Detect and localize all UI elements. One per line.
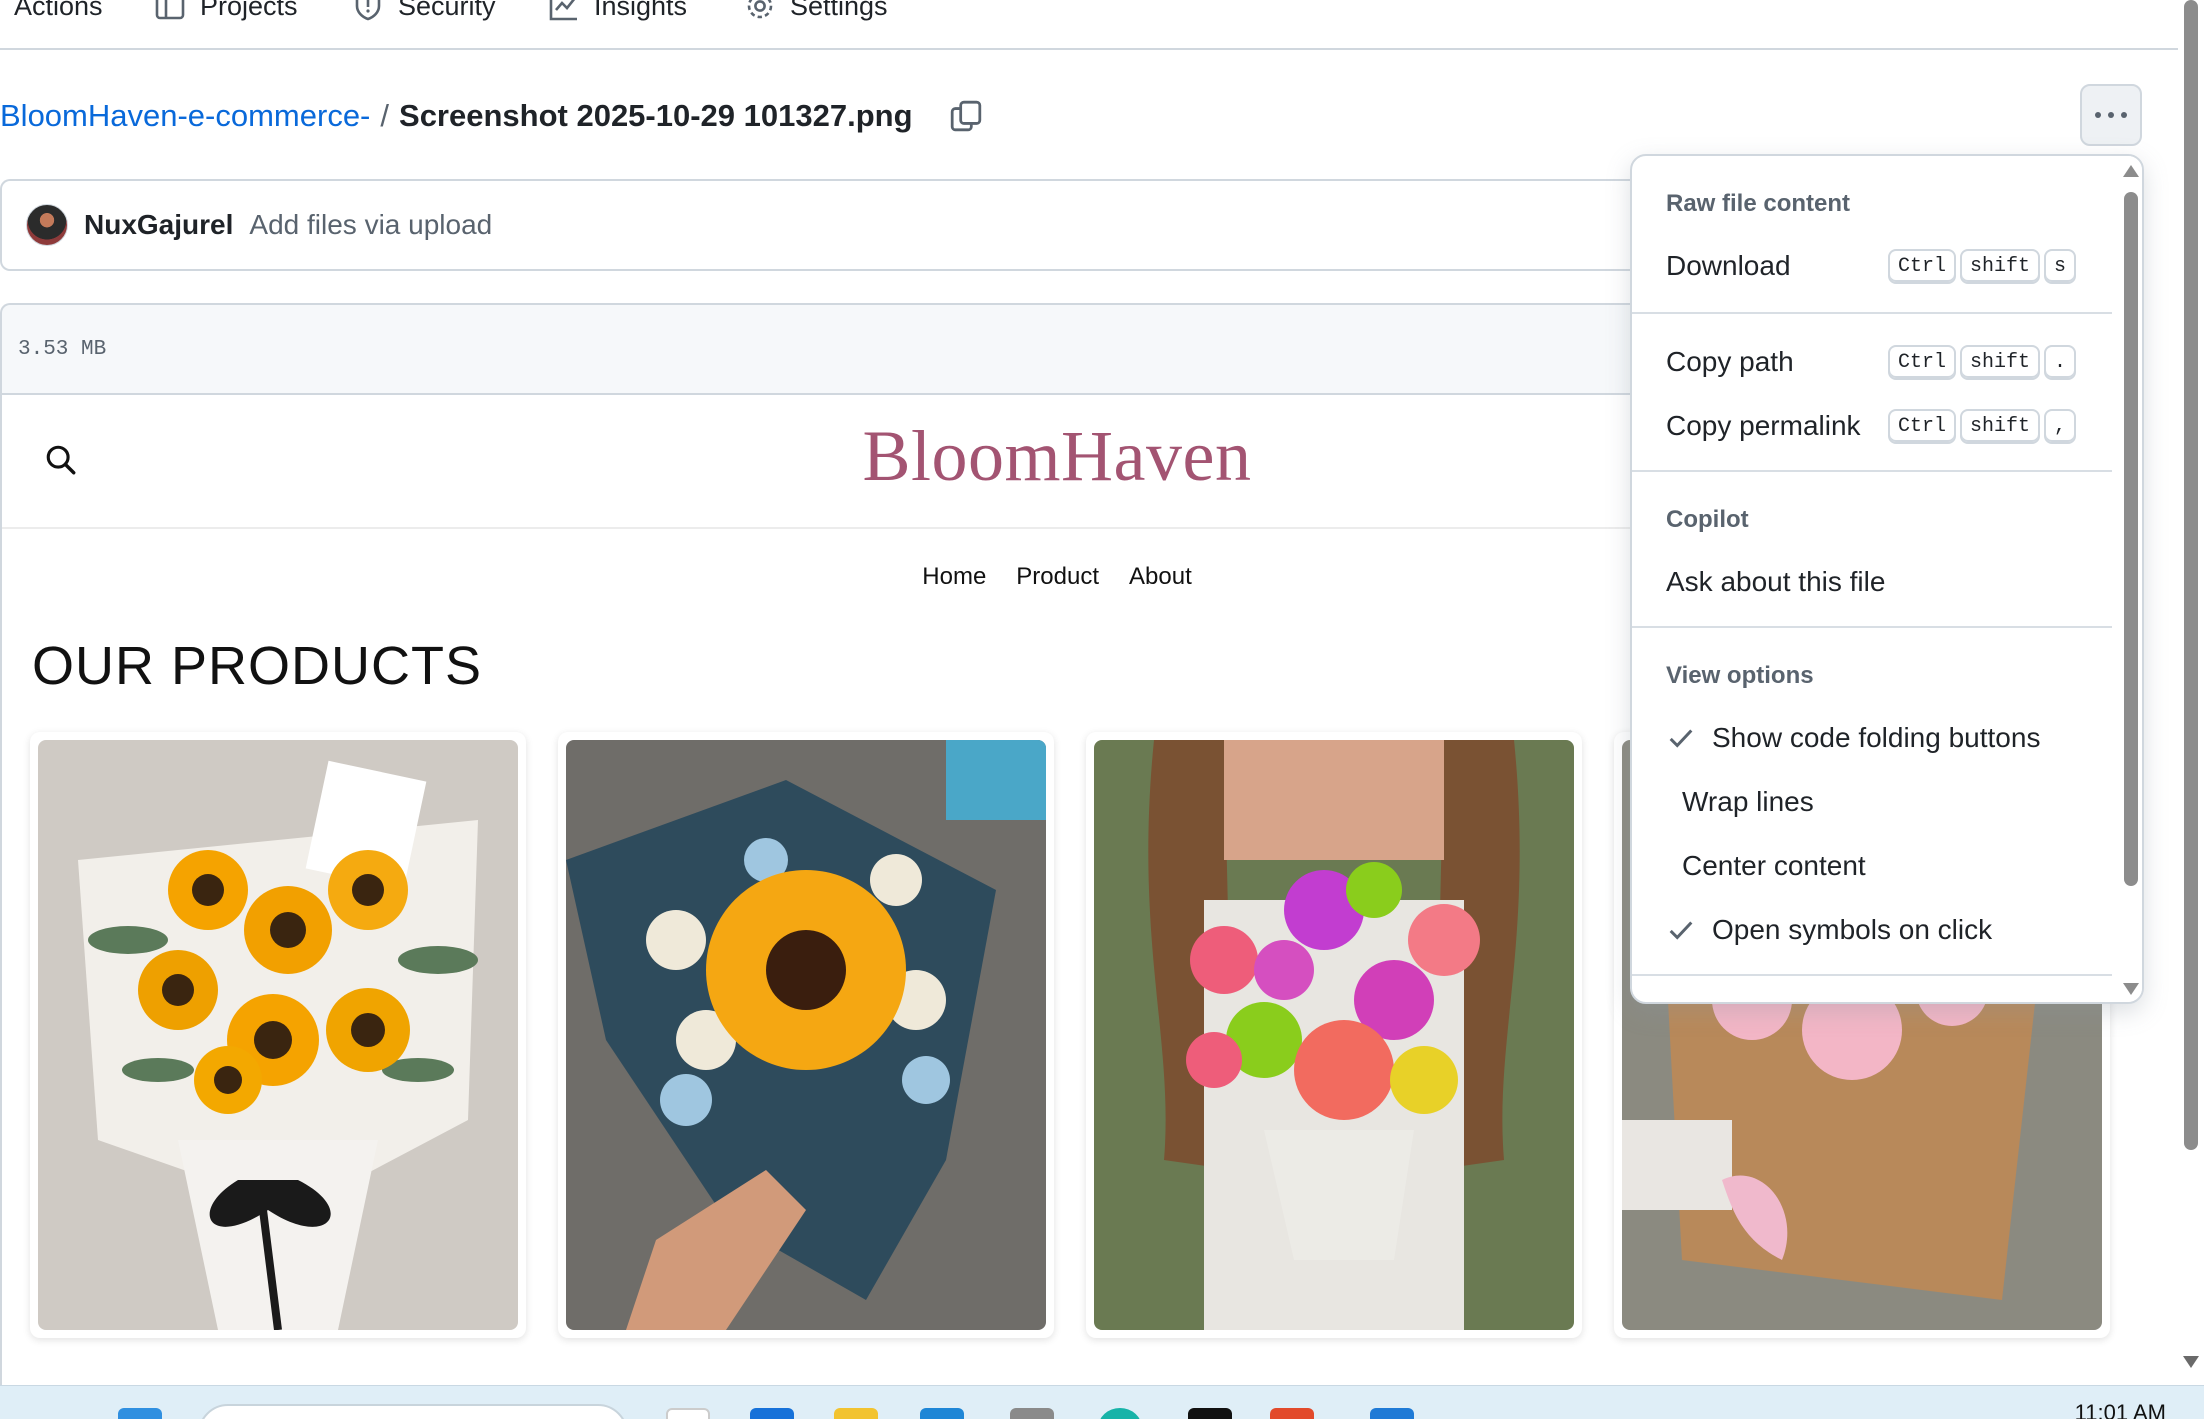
more-options-button[interactable] [2080, 84, 2142, 146]
file-header: 3.53 MB [0, 303, 1640, 395]
tab-actions[interactable]: Actions [14, 0, 103, 24]
menu-divider [1632, 470, 2112, 472]
gear-icon [747, 0, 773, 19]
product-card [1086, 732, 1582, 1338]
menu-group-raw: Raw file content [1666, 190, 1851, 217]
menu-group-view-options: View options [1666, 662, 1814, 689]
mail-icon[interactable] [920, 1408, 964, 1419]
site-nav-product: Product [1016, 563, 1100, 590]
product-card [30, 732, 526, 1338]
product-card [558, 732, 1054, 1338]
repo-nav: Actions Projects Security Insights Setti… [0, 0, 2178, 50]
app-icon[interactable] [1188, 1408, 1232, 1419]
check-icon [1669, 729, 1693, 748]
file-options-menu: Raw file content Download Ctrl shift s C… [1630, 154, 2144, 1004]
menu-item-label: Center content [1682, 850, 1866, 881]
app-icon[interactable] [1098, 1408, 1142, 1419]
latest-commit-bar: NuxGajurel Add files via upload [0, 179, 1640, 271]
site-nav-home: Home [922, 563, 987, 590]
menu-item-label: Open symbols on click [1712, 914, 1993, 945]
menu-item-label: Show code folding buttons [1712, 722, 2041, 753]
site-nav-about: About [1129, 563, 1192, 590]
menu-item-label: Download [1666, 250, 1791, 281]
shield-icon [355, 0, 381, 21]
copy-path-button[interactable] [946, 96, 986, 136]
start-icon[interactable] [118, 1408, 162, 1419]
file-size: 3.53 MB [18, 337, 107, 361]
menu-item-label: Wrap lines [1682, 786, 1814, 817]
task-view-icon[interactable] [666, 1408, 710, 1419]
commit-message[interactable]: Add files via upload [249, 209, 492, 241]
menu-scrollbar-thumb[interactable] [2124, 192, 2138, 886]
tab-security[interactable]: Security [352, 0, 496, 24]
scroll-down-icon [2123, 983, 2139, 995]
section-title: OUR PRODUCTS [32, 636, 483, 696]
taskbar-search[interactable] [198, 1404, 628, 1419]
menu-item-copy-permalink[interactable]: Copy permalink Ctrl shift , [1632, 398, 2112, 454]
menu-scrollbar[interactable] [2112, 156, 2142, 1002]
product-image [38, 740, 518, 1330]
menu-group-copilot: Copilot [1666, 506, 1749, 533]
menu-item-download[interactable]: Download Ctrl shift s [1632, 238, 2112, 294]
kebab-horizontal-icon [2095, 112, 2127, 118]
keyboard-shortcut: Ctrl shift s [1887, 248, 2076, 284]
menu-option-center-content[interactable]: Center content [1632, 838, 2112, 894]
breadcrumb-separator: / [380, 98, 390, 133]
app-icon[interactable] [1370, 1408, 1414, 1419]
copy-icon [950, 100, 982, 132]
edge-icon[interactable] [750, 1408, 794, 1419]
app-icon[interactable] [1270, 1408, 1314, 1419]
scroll-up-icon [2123, 165, 2139, 177]
tab-projects[interactable]: Projects [154, 0, 298, 24]
breadcrumb: BloomHaven-e-commerce- / Screenshot 2025… [0, 96, 913, 136]
menu-item-copy-path[interactable]: Copy path Ctrl shift . [1632, 334, 2112, 390]
menu-item-label: Ask about this file [1666, 566, 1886, 597]
check-icon [1669, 921, 1693, 940]
menu-divider [1632, 974, 2112, 976]
tab-insights[interactable]: Insights [548, 0, 687, 24]
avatar[interactable] [26, 204, 68, 246]
product-image [566, 740, 1046, 1330]
breadcrumb-repo-link[interactable]: BloomHaven-e-commerce- [0, 98, 370, 134]
taskbar-clock[interactable]: 11:01 AM [2075, 1400, 2166, 1419]
keyboard-shortcut: Ctrl shift . [1887, 344, 2076, 380]
keyboard-shortcut: Ctrl shift , [1887, 408, 2076, 444]
menu-item-ask-copilot[interactable]: Ask about this file [1632, 554, 2112, 610]
page-scrollbar[interactable] [2178, 0, 2204, 1385]
menu-option-code-folding[interactable]: Show code folding buttons [1632, 710, 2112, 766]
app-icon[interactable] [1010, 1408, 1054, 1419]
menu-item-label: Copy path [1666, 346, 1794, 377]
taskbar: 11:01 AM [0, 1385, 2204, 1419]
page-scrollbar-thumb[interactable] [2184, 0, 2198, 1150]
menu-item-label: Copy permalink [1666, 410, 1861, 441]
scroll-down-icon [2183, 1356, 2199, 1368]
commit-author[interactable]: NuxGajurel [84, 209, 233, 241]
menu-option-open-symbols[interactable]: Open symbols on click [1632, 902, 2112, 958]
breadcrumb-file-name: Screenshot 2025-10-29 101327.png [399, 98, 913, 133]
table-icon [155, 0, 185, 20]
menu-divider [1632, 312, 2112, 314]
menu-option-wrap-lines[interactable]: Wrap lines [1632, 774, 2112, 830]
product-image [1094, 740, 1574, 1330]
menu-divider [1632, 626, 2112, 628]
file-explorer-icon[interactable] [834, 1408, 878, 1419]
graph-icon [549, 0, 577, 21]
tab-settings[interactable]: Settings [744, 0, 888, 24]
